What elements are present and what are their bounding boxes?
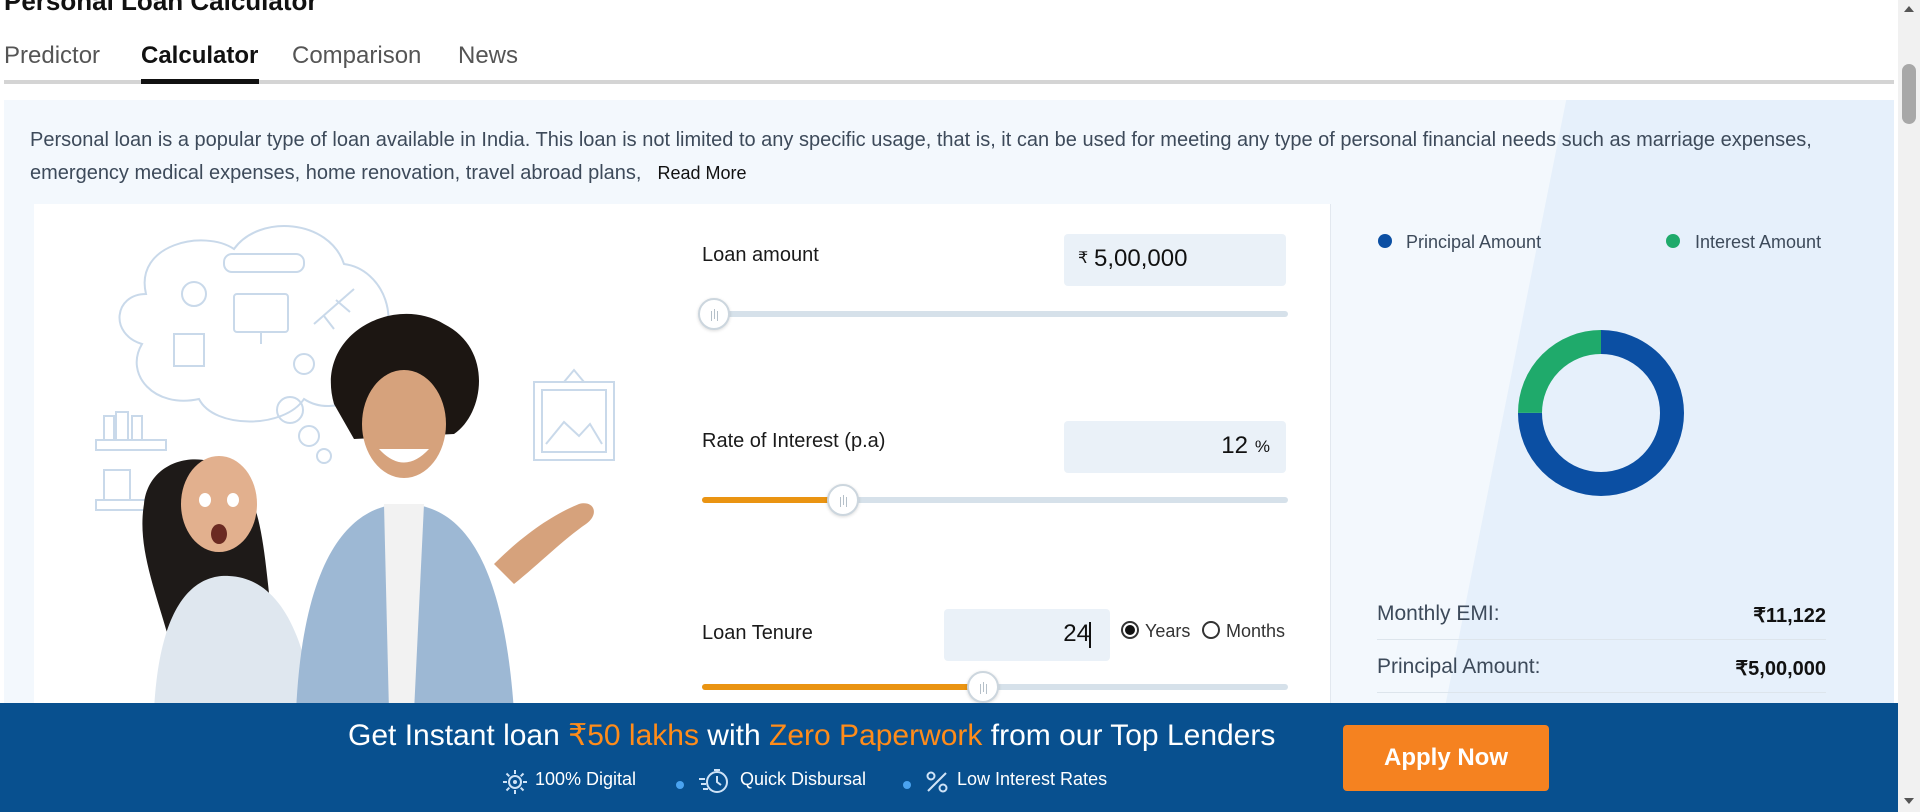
headline-highlight: Zero Paperwork (769, 719, 983, 752)
tenure-years-label[interactable]: Years (1145, 621, 1190, 642)
banner-headline: Get Instant loan ₹50 lakhs with Zero Pap… (348, 718, 1275, 753)
principal-amount-label: Principal Amount: (1377, 655, 1541, 678)
headline-text: from our Top Lenders (982, 719, 1276, 752)
tab-calculator[interactable]: Calculator (141, 42, 258, 70)
principal-amount-value: ₹5,00,000 (1735, 658, 1826, 680)
loan-tenure-value: 24 (1063, 620, 1090, 647)
page-title: Personal Loan Calculator (4, 0, 318, 16)
interest-rate-slider-fill (702, 497, 843, 503)
page: Personal Loan Calculator Predictor Calcu… (0, 0, 1920, 812)
scrollbar-thumb[interactable] (1902, 64, 1916, 124)
percent-unit: % (1254, 437, 1270, 456)
calculator-card: Loan amount ₹ 5,00,000 Rate of Interest … (34, 204, 1330, 712)
tenure-months-radio[interactable] (1202, 621, 1220, 639)
people-figures (142, 313, 594, 712)
summary-separator (1377, 639, 1826, 640)
page-scrollbar[interactable] (1898, 0, 1920, 812)
tenure-years-radio[interactable] (1121, 621, 1139, 639)
monthly-emi-label: Monthly EMI: (1377, 602, 1500, 625)
loan-tenure-slider-fill (702, 684, 984, 690)
emi-donut-chart (1518, 330, 1684, 496)
headline-text: Get Instant loan (348, 719, 569, 752)
active-tab-indicator (141, 79, 259, 84)
picture-frame-icon (533, 368, 615, 461)
apply-now-button[interactable]: Apply Now (1343, 725, 1549, 791)
loan-description: Personal loan is a popular type of loan … (30, 124, 1840, 190)
interest-legend-label: Interest Amount (1695, 232, 1822, 252)
loan-amount-label: Loan amount (702, 244, 819, 266)
gear-icon (503, 770, 527, 794)
loan-tenure-slider-handle[interactable] (967, 671, 1000, 703)
tenure-months-label[interactable]: Months (1226, 621, 1285, 642)
headline-text: with (698, 719, 769, 752)
loan-amount-slider-handle[interactable] (697, 298, 730, 330)
rupee-icon: ₹ (1078, 250, 1089, 267)
loan-amount-field[interactable]: ₹ 5,00,000 (1064, 234, 1286, 286)
feature-digital: 100% Digital (535, 769, 637, 789)
monthly-emi-value: ₹11,122 (1753, 605, 1826, 627)
loan-tenure-field[interactable]: 24 (944, 609, 1110, 661)
loan-amount-value: 5,00,000 (1094, 245, 1188, 272)
interest-rate-field[interactable]: 12 % (1064, 421, 1286, 473)
percent-icon (926, 771, 948, 793)
principal-legend-dot (1378, 234, 1392, 248)
text-cursor (1089, 622, 1091, 648)
interest-rate-slider[interactable] (702, 484, 1288, 516)
loan-amount-slider[interactable] (697, 298, 1288, 330)
loan-illustration (95, 225, 615, 712)
summary-separator (1377, 692, 1826, 693)
feature-separator (676, 781, 684, 789)
interest-rate-slider-handle[interactable] (826, 484, 859, 516)
interest-rate-value: 12 (1221, 432, 1248, 459)
scroll-up-arrow[interactable] (1904, 6, 1914, 12)
loan-tenure-slider[interactable] (702, 671, 1288, 703)
principal-legend-label: Principal Amount (1406, 232, 1542, 252)
feature-low-interest: Low Interest Rates (957, 769, 1108, 789)
interest-legend-dot (1666, 234, 1680, 248)
breakdown-divider (1330, 204, 1331, 712)
tab-bar: Predictor Calculator Comparison News (4, 32, 1894, 84)
feature-separator (903, 781, 911, 789)
read-more-link[interactable]: Read More (657, 163, 746, 183)
tab-predictor[interactable]: Predictor (4, 42, 100, 70)
tab-comparison[interactable]: Comparison (292, 42, 421, 70)
headline-amount: ₹50 lakhs (568, 719, 699, 752)
scroll-down-arrow[interactable] (1904, 798, 1914, 804)
tab-news[interactable]: News (458, 42, 518, 70)
timer-icon (699, 769, 728, 793)
description-text: Personal loan is a popular type of loan … (30, 129, 1812, 184)
interest-rate-label: Rate of Interest (p.a) (702, 430, 886, 452)
feature-quick-disbursal: Quick Disbursal (740, 769, 867, 789)
instant-loan-banner: Get Instant loan ₹50 lakhs with Zero Pap… (0, 703, 1898, 812)
loan-tenure-label: Loan Tenure (702, 622, 813, 644)
